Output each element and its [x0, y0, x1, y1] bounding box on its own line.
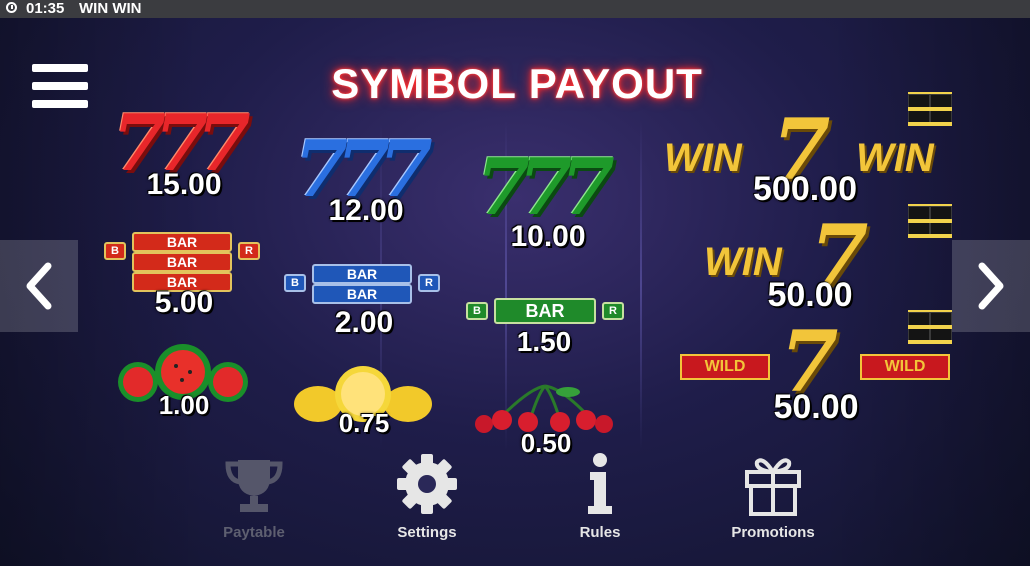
payout-double-bar: 2.00 — [334, 306, 394, 339]
nav-promotions[interactable]: Promotions — [713, 452, 833, 541]
bar-label: BAR — [312, 284, 412, 304]
payout-lemon: 0.75 — [338, 408, 390, 438]
page-title: SYMBOL PAYOUT — [331, 60, 703, 107]
multiplier-icon — [908, 204, 952, 238]
status-app-title: WIN WIN — [79, 0, 142, 17]
payout-watermelon: 1.00 — [158, 390, 210, 420]
chevron-right-icon — [978, 262, 1004, 310]
status-time: 01:35 — [26, 0, 65, 17]
nav-paytable[interactable]: Paytable — [194, 452, 314, 541]
multiplier-icon — [908, 92, 952, 126]
bar-label: BAR — [312, 264, 412, 284]
payout-red-seven: 15.00 — [146, 168, 222, 201]
wild-label: WILD — [680, 354, 770, 380]
bar-side-label: R — [602, 302, 624, 320]
bar-label: BAR — [132, 252, 232, 272]
bar-label: BAR — [494, 298, 596, 324]
nav-rules-label: Rules — [579, 524, 621, 541]
bar-side-label: R — [238, 242, 260, 260]
nav-settings[interactable]: Settings — [367, 452, 487, 541]
gift-icon — [745, 458, 801, 516]
nav-rules[interactable]: Rules — [540, 452, 660, 541]
status-bar: 01:35 WIN WIN — [0, 0, 1030, 18]
triple-bar-symbol: BAR BAR BAR B R — [104, 232, 264, 292]
bar-side-label: B — [104, 242, 126, 260]
menu-button[interactable] — [32, 64, 88, 110]
info-icon — [588, 453, 612, 514]
wild-label: WILD — [860, 354, 950, 380]
trophy-icon — [225, 460, 283, 512]
menu-icon-bar — [32, 100, 88, 108]
nav-settings-label: Settings — [397, 524, 457, 541]
light-streak — [640, 120, 642, 450]
nav-paytable-label: Paytable — [223, 524, 285, 541]
menu-icon — [32, 64, 88, 72]
chevron-left-icon — [26, 262, 52, 310]
bar-side-label: B — [466, 302, 488, 320]
payout-triple-bar: 5.00 — [154, 286, 214, 319]
bar-side-label: R — [418, 274, 440, 292]
payout-green-seven: 10.00 — [510, 220, 586, 253]
multiplier-icon — [908, 310, 952, 344]
gear-icon — [397, 454, 457, 514]
nav-promotions-label: Promotions — [731, 524, 815, 541]
bar-label: BAR — [132, 232, 232, 252]
next-page-button[interactable] — [952, 240, 1030, 332]
payout-single-bar: 1.50 — [516, 326, 572, 357]
menu-icon-bar — [32, 82, 88, 90]
single-bar-symbol: BAR B R — [464, 298, 630, 328]
payout-win-7-win: 500.00 — [753, 170, 857, 208]
payout-wild-7: 50.00 — [773, 388, 859, 426]
previous-page-button[interactable] — [0, 240, 78, 332]
payout-win-7: 50.00 — [767, 276, 853, 314]
green-seven-symbol: 777 — [476, 142, 615, 233]
payout-blue-seven: 12.00 — [328, 194, 404, 227]
bar-side-label: B — [284, 274, 306, 292]
clock-icon — [6, 2, 17, 13]
